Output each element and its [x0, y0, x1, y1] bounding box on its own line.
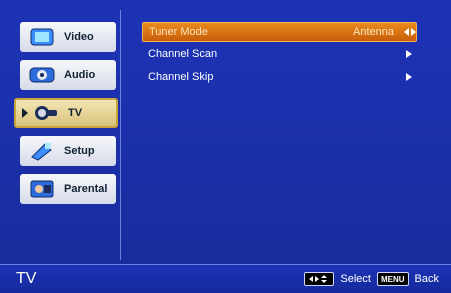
- footer-hints: Select MENU Back: [304, 272, 439, 286]
- selection-pointer-icon: [22, 108, 28, 118]
- sidebar-item-video[interactable]: Video: [20, 22, 116, 52]
- menu-key-icon: MENU: [376, 272, 409, 286]
- settings-panel: Tuner Mode Antenna Channel Scan Channel …: [124, 12, 444, 258]
- tv-icon: [32, 102, 60, 124]
- sidebar-item-label: Audio: [64, 69, 96, 81]
- sidebar-item-label: Video: [64, 31, 94, 43]
- tv-menu-screen: Video Audio TV Setup Parental Tuner Mode…: [0, 0, 451, 293]
- page-title: TV: [16, 270, 37, 287]
- chevron-right-icon: [403, 73, 415, 81]
- footer-bar: TV Select MENU Back: [0, 264, 451, 293]
- menu-row-value: Antenna: [353, 26, 394, 38]
- menu-row-channel-skip[interactable]: Channel Skip: [142, 68, 415, 86]
- setup-icon: [28, 140, 56, 162]
- chevron-right-icon: [403, 50, 415, 58]
- back-hint-label: Back: [414, 273, 439, 285]
- parental-icon: [28, 178, 56, 200]
- sidebar-item-audio[interactable]: Audio: [20, 60, 116, 90]
- sidebar-item-tv[interactable]: TV: [14, 98, 118, 128]
- video-icon: [28, 26, 56, 48]
- sidebar-item-label: Setup: [64, 145, 95, 157]
- sidebar: Video Audio TV Setup Parental: [6, 10, 121, 260]
- menu-row-label: Tuner Mode: [149, 26, 208, 38]
- sidebar-item-setup[interactable]: Setup: [20, 136, 116, 166]
- menu-row-channel-scan[interactable]: Channel Scan: [142, 45, 415, 63]
- sidebar-item-label: TV: [68, 107, 83, 119]
- select-hint-label: Select: [340, 273, 371, 285]
- menu-row-label: Channel Skip: [148, 71, 214, 83]
- left-right-arrow-icon: [404, 28, 416, 36]
- menu-row-tuner-mode[interactable]: Tuner Mode Antenna: [142, 22, 417, 42]
- menu-row-label: Channel Scan: [148, 48, 218, 60]
- sidebar-item-label: Parental: [64, 183, 108, 195]
- audio-icon: [28, 64, 56, 86]
- sidebar-item-parental[interactable]: Parental: [20, 174, 116, 204]
- navigate-icon: [304, 272, 335, 286]
